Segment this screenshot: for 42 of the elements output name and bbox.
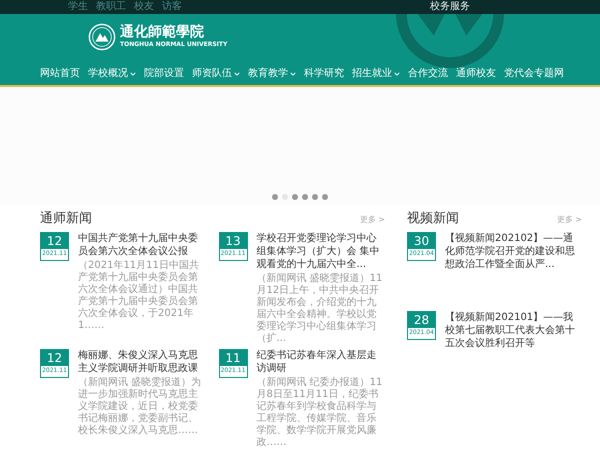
section-title: 视频新闻 (407, 211, 459, 227)
video-title-link[interactable]: 【视频新闻202101】——我校第七届教职工代表大会第十五次会议胜利召开等 (445, 311, 582, 350)
logo-title: 通化師範學院 (120, 25, 205, 41)
nav-item[interactable]: 通师校友 (452, 68, 500, 80)
carousel-dot[interactable] (272, 194, 278, 200)
date-day: 13 (220, 233, 246, 249)
nav-item[interactable]: 师资队伍 (188, 68, 244, 80)
carousel-dot[interactable] (292, 194, 298, 200)
news-title-link[interactable]: 纪委书记苏春年深入基层走访调研 (256, 349, 385, 375)
news-title-link[interactable]: 学校召开党委理论学习中心组集体学习（扩大）会 集中观看党的十九届六中全... (256, 232, 385, 271)
news-summary: （新闻网讯 盛晓雯报道）为进一步加强新时代马克思主义学院建设，近日，校党委书记梅丽娜，党委副书记、校长朱俊义深入马克思…… (78, 377, 202, 437)
more-link[interactable]: 更多 > (556, 214, 582, 224)
carousel-dot[interactable] (312, 194, 318, 200)
service-link[interactable]: 校务服务 (430, 1, 470, 13)
top-link[interactable]: 校友 (134, 1, 154, 13)
date-day: 28 (408, 312, 435, 328)
date-day: 11 (220, 350, 246, 366)
nav-item[interactable]: 网站首页 (36, 68, 84, 80)
nav-item[interactable]: 科学研究 (300, 68, 348, 80)
date-day: 12 (41, 233, 68, 249)
top-link[interactable]: 访客 (162, 1, 182, 13)
nav-item[interactable]: 合作交流 (404, 68, 452, 80)
nav-item[interactable]: 党代会专题网 (500, 68, 568, 80)
news-summary: （新闻网讯 盛晓雯报道）11月12日上午，中共中央召开新闻发布会，介绍党的十九届六中全会精神。学校以党委理论学习中心组集体学习（扩... (256, 273, 384, 345)
top-link[interactable]: 教职工 (96, 1, 126, 13)
nav-item[interactable]: 招生就业 (348, 68, 404, 80)
top-link[interactable]: 学生 (68, 1, 88, 13)
nav-item[interactable]: 院部设置 (140, 68, 188, 80)
news-summary: （新闻网讯 纪委办报道）11月8日至11月11日，纪委书记苏春年到学校食品科学与工程学院、传媒学院、音乐学院、数学学院开展党风廉政…… (256, 377, 384, 449)
carousel-dot[interactable] (322, 194, 328, 200)
more-link[interactable]: 更多 > (360, 214, 385, 224)
news-title-link[interactable]: 梅丽娜、朱俊义深入马克思主义学院调研并听取思政课 (78, 349, 206, 375)
emblem-icon (88, 23, 116, 51)
news-summary: （2021年11月11日中国共产党第十九届中央委员会第六次全体会议通过）中国共产党第十九届中央委员会第六次全体会议，于2021年1…… (78, 260, 200, 332)
nav-item[interactable]: 学校概况 (84, 68, 140, 80)
news-title-link[interactable]: 中国共产党第十九届中央委员会第六次全体会议公报 (78, 232, 206, 258)
date-day: 30 (408, 233, 435, 249)
date-day: 12 (41, 350, 68, 366)
video-title-link[interactable]: 【视频新闻202102】——通化师范学院召开党的建设和思想政治工作暨全面从严... (445, 232, 582, 271)
section-title: 通师新闻 (40, 211, 92, 227)
nav-item[interactable]: 教育教学 (244, 68, 300, 80)
carousel-dot[interactable] (302, 194, 308, 200)
